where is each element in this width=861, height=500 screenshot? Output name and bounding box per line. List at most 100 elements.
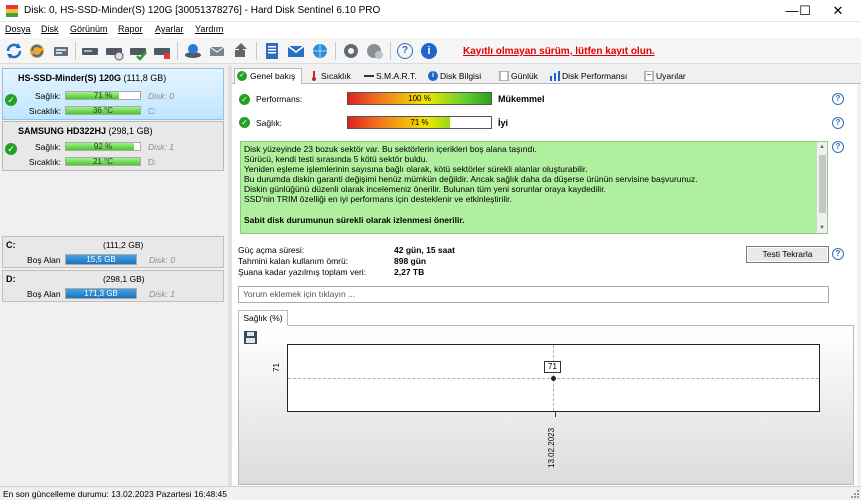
scroll-down-icon[interactable]: ▼: [819, 225, 825, 231]
refresh-all-icon[interactable]: [27, 41, 47, 61]
free-space-value: 15,5 GB: [86, 255, 116, 264]
save-icon[interactable]: [244, 331, 257, 344]
tools-icon[interactable]: [231, 41, 251, 61]
tab-temperature[interactable]: Sıcaklık: [305, 68, 359, 84]
tab-overview[interactable]: ✓ Genel bakış: [234, 68, 302, 85]
retest-button[interactable]: Testi Tekrarla: [746, 246, 829, 263]
tab-label: Disk Bilgisi: [440, 71, 482, 81]
disk-info-icon[interactable]: [51, 41, 71, 61]
scrollbar-thumb[interactable]: [819, 155, 826, 213]
maximize-button[interactable]: ☐: [788, 0, 822, 22]
tab-disk-info[interactable]: i Disk Bilgisi: [424, 68, 492, 84]
tab-label: Uyarılar: [656, 71, 686, 81]
overview-panel: ✓ Performans: 100 % Mükemmel ? ✓ Sağlık:…: [232, 84, 857, 486]
disk-check-icon[interactable]: [152, 41, 172, 61]
scroll-up-icon[interactable]: ▲: [819, 144, 825, 150]
toolbar-separator: [335, 42, 336, 60]
volume-letter: D:: [6, 274, 16, 284]
tab-label: Disk Performansı: [562, 71, 628, 81]
x-tick-label: 13.02.2023: [547, 427, 556, 468]
remaining-life-value: 898 gün: [394, 256, 427, 266]
free-space-label: Boş Alan: [27, 289, 61, 299]
help-icon[interactable]: ?: [832, 248, 844, 260]
app-icon: [6, 5, 18, 17]
surface-test-icon[interactable]: [104, 41, 124, 61]
toolbar-separator: [75, 42, 76, 60]
performance-label: Performans:: [256, 94, 303, 104]
status-text: En son güncelleme durumu: 13.02.2023 Paz…: [3, 489, 227, 499]
health-chart-plot: 71: [287, 344, 820, 412]
disk-ref: Disk: 0: [149, 255, 175, 265]
menu-view[interactable]: Görünüm: [70, 24, 108, 34]
tab-performance[interactable]: Disk Performansı: [546, 68, 638, 84]
message-line-emphasis: Sabit disk durumunun sürekli olarak izle…: [244, 214, 465, 225]
temperature-value: 36 °C: [92, 106, 114, 115]
temperature-bar: 21 °C: [65, 157, 141, 166]
tab-smart[interactable]: S.M.A.R.T.: [360, 68, 422, 84]
settings-icon[interactable]: [341, 41, 361, 61]
performance-value: 100 %: [408, 94, 431, 103]
help-icon[interactable]: ?: [832, 93, 844, 105]
help-icon[interactable]: ?: [832, 141, 844, 153]
disk-entry-0[interactable]: HS-SSD-Minder(S) 120G (111,8 GB) ✓ Sağlı…: [2, 68, 224, 120]
data-label: 71: [544, 361, 561, 373]
free-space-bar: 171,3 GB: [65, 288, 137, 299]
send-report-icon[interactable]: [207, 41, 227, 61]
menu-file[interactable]: Dosya: [5, 24, 31, 34]
alert-settings-icon[interactable]: [365, 41, 385, 61]
volume-letter: C:: [6, 240, 16, 250]
help-icon[interactable]: ?: [397, 43, 413, 59]
menu-help[interactable]: Yardım: [195, 24, 223, 34]
check-test-icon[interactable]: [128, 41, 148, 61]
unregistered-notice[interactable]: Kayıtlı olmayan sürüm, lütfen kayıt olun…: [463, 46, 655, 57]
health-bar: 71 %: [65, 91, 141, 100]
info-icon: i: [428, 71, 438, 81]
resize-grip-icon[interactable]: [851, 490, 859, 498]
alerts-icon: [644, 71, 654, 81]
data-point: [551, 376, 556, 381]
data-written-value: 2,27 TB: [394, 267, 425, 277]
volume-entry-c[interactable]: C: (111,2 GB) Boş Alan 15,5 GB Disk: 0: [2, 236, 224, 268]
tab-bar: ✓ Genel bakış Sıcaklık S.M.A.R.T. i Disk…: [232, 66, 861, 85]
menu-disk[interactable]: Disk: [41, 24, 59, 34]
toolbar-separator: [256, 42, 257, 60]
email-icon[interactable]: [286, 41, 306, 61]
menu-settings[interactable]: Ayarlar: [155, 24, 183, 34]
message-line: [244, 205, 814, 215]
tab-health-graph[interactable]: Sağlık (%): [238, 310, 288, 326]
report-icon[interactable]: [183, 41, 203, 61]
health-label: Sağlık:: [35, 91, 61, 101]
free-space-bar: 15,5 GB: [65, 254, 137, 265]
disk-entry-1[interactable]: SAMSUNG HD322HJ (298,1 GB) ✓ Sağlık: 92 …: [2, 121, 224, 171]
comment-field[interactable]: Yorum eklemek için tıklayın ...: [238, 286, 829, 303]
volume-entry-d[interactable]: D: (298,1 GB) Boş Alan 171,3 GB Disk: 1: [2, 270, 224, 302]
tab-log[interactable]: Günlük: [495, 68, 543, 84]
toolbar-separator: [390, 42, 391, 60]
close-button[interactable]: ✕: [821, 0, 855, 22]
smart-icon: [364, 75, 374, 77]
disk-ref: Disk: 1: [148, 142, 174, 152]
thermometer-icon: [312, 71, 316, 81]
help-icon[interactable]: ?: [832, 117, 844, 129]
refresh-icon[interactable]: [4, 41, 24, 61]
temperature-value: 21 °C: [92, 157, 114, 166]
disk-name: SAMSUNG HD322HJ (298,1 GB): [18, 126, 153, 136]
drive-ref: D:: [148, 157, 157, 167]
message-line: Disk yüzeyinde 23 bozuk sektör var. Bu s…: [244, 144, 537, 154]
info-icon[interactable]: i: [421, 43, 437, 59]
performance-rating: Mükemmel: [498, 94, 545, 104]
document-icon[interactable]: [262, 41, 282, 61]
message-scrollbar[interactable]: ▲ ▼: [816, 142, 827, 233]
tab-alerts[interactable]: Uyarılar: [640, 68, 692, 84]
tab-label: Sıcaklık: [321, 71, 351, 81]
tab-label: Günlük: [511, 71, 538, 81]
volume-size: (111,2 GB): [103, 240, 144, 250]
performance-ok-icon: ✓: [239, 94, 250, 105]
disk-ref: Disk: 0: [148, 91, 174, 101]
status-ok-icon: ✓: [5, 143, 17, 155]
status-bar: En son güncelleme durumu: 13.02.2023 Paz…: [0, 486, 861, 500]
menu-report[interactable]: Rapor: [118, 24, 143, 34]
y-tick-label: 71: [272, 363, 281, 372]
disk-test-icon[interactable]: [80, 41, 100, 61]
web-icon[interactable]: [310, 41, 330, 61]
